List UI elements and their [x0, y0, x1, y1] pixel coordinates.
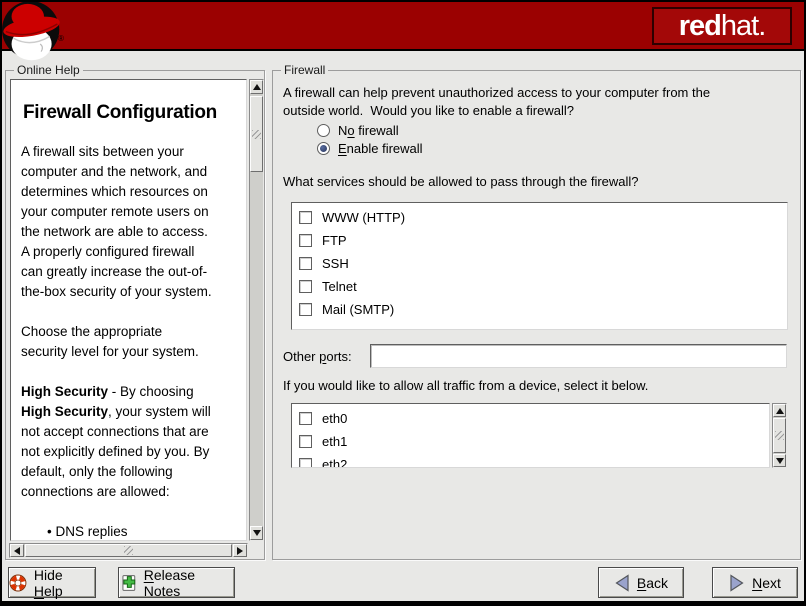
horizontal-scroll-thumb[interactable]: [25, 544, 232, 557]
checkbox-icon[interactable]: [299, 412, 312, 425]
help-vertical-scrollbar[interactable]: [249, 79, 264, 541]
device-row[interactable]: eth1: [299, 430, 769, 453]
help-paragraph-1: A firewall sits between your computer an…: [21, 142, 238, 302]
scroll-left-button[interactable]: [10, 544, 24, 557]
back-label: Back: [637, 575, 668, 591]
services-question-text: What services should be allowed to pass …: [283, 173, 639, 191]
other-ports-label: Other ports:: [283, 348, 352, 366]
arrow-up-icon: [253, 84, 261, 90]
device-row[interactable]: eth2: [299, 453, 769, 468]
scroll-up-button[interactable]: [773, 404, 786, 417]
service-row[interactable]: SSH: [299, 252, 787, 275]
main-content: Online Help Firewall Configuration A fir…: [2, 51, 804, 601]
back-button[interactable]: Back: [598, 567, 684, 598]
firewall-frame: Firewall A firewall can help prevent una…: [272, 70, 801, 560]
help-paragraph-2: Choose the appropriate security level fo…: [21, 322, 238, 362]
arrow-left-icon: [14, 547, 20, 555]
scroll-right-button[interactable]: [233, 544, 247, 557]
firewall-intro-text: A firewall can help prevent unauthorized…: [283, 84, 710, 120]
checkbox-icon[interactable]: [299, 257, 312, 270]
thumb-grip-icon: [252, 130, 261, 139]
header-banner: redhat.: [2, 2, 804, 49]
checkbox-icon[interactable]: [299, 458, 312, 468]
arrow-right-icon: [729, 574, 745, 592]
service-row[interactable]: Mail (SMTP): [299, 298, 787, 321]
service-label: SSH: [322, 256, 349, 271]
help-horizontal-scrollbar[interactable]: [9, 543, 248, 558]
release-notes-button[interactable]: Release Notes: [118, 567, 235, 598]
devices-vertical-scrollbar[interactable]: [772, 403, 787, 468]
next-label: Next: [752, 575, 781, 591]
services-list[interactable]: WWW (HTTP) FTP SSH Telnet Mail (SMTP): [291, 202, 788, 330]
checkbox-icon[interactable]: [299, 234, 312, 247]
service-label: Mail (SMTP): [322, 302, 394, 317]
release-notes-label: Release Notes: [144, 567, 234, 599]
scroll-up-button[interactable]: [250, 80, 263, 94]
firewall-frame-label: Firewall: [281, 63, 328, 77]
help-text-area: Firewall Configuration A firewall sits b…: [10, 79, 247, 541]
device-question-text: If you would like to allow all traffic f…: [283, 377, 648, 395]
radio-enable-firewall-label: Enable firewall: [338, 141, 423, 156]
device-label: eth0: [322, 411, 347, 426]
registered-trademark: ®: [58, 34, 64, 43]
arrow-up-icon: [776, 408, 784, 414]
service-label: Telnet: [322, 279, 357, 294]
redhat-shadowman-icon: [2, 2, 65, 65]
online-help-frame: Online Help Firewall Configuration A fir…: [5, 70, 265, 560]
arrow-right-icon: [237, 547, 243, 555]
scroll-down-button[interactable]: [250, 526, 263, 540]
online-help-frame-label: Online Help: [14, 63, 83, 77]
service-label: WWW (HTTP): [322, 210, 405, 225]
service-row[interactable]: Telnet: [299, 275, 787, 298]
checkbox-icon[interactable]: [299, 211, 312, 224]
checkbox-icon[interactable]: [299, 435, 312, 448]
devices-list[interactable]: eth0 eth1 eth2: [291, 403, 770, 468]
checkbox-icon[interactable]: [299, 303, 312, 316]
next-button[interactable]: Next: [712, 567, 798, 598]
help-bullet-item: • DNS replies: [21, 522, 238, 541]
radio-button-icon[interactable]: [317, 124, 330, 137]
radio-no-firewall[interactable]: No firewall: [317, 121, 399, 139]
arrow-down-icon: [776, 458, 784, 464]
life-preserver-icon: [9, 574, 27, 592]
radio-no-firewall-label: No firewall: [338, 123, 399, 138]
arrow-left-icon: [614, 574, 630, 592]
device-label: eth2: [322, 457, 347, 468]
thumb-grip-icon: [124, 546, 133, 555]
service-label: FTP: [322, 233, 347, 248]
redhat-wordmark: redhat.: [652, 7, 792, 45]
service-row[interactable]: WWW (HTTP): [299, 206, 787, 229]
hide-help-button[interactable]: Hide Help: [8, 567, 96, 598]
vertical-scroll-thumb[interactable]: [250, 96, 263, 172]
radio-enable-firewall[interactable]: Enable firewall: [317, 139, 423, 157]
help-paragraph-3: High Security - By choosing High Securit…: [21, 382, 238, 502]
hide-help-label: Hide Help: [34, 567, 95, 599]
vertical-scroll-thumb[interactable]: [773, 418, 786, 453]
device-row[interactable]: eth0: [299, 407, 769, 430]
service-row[interactable]: FTP: [299, 229, 787, 252]
wordmark-regular-text: hat.: [721, 10, 765, 43]
document-plus-icon: [119, 574, 137, 592]
scroll-down-button[interactable]: [773, 454, 786, 467]
radio-button-icon[interactable]: [317, 142, 330, 155]
wordmark-bold-text: red: [679, 10, 721, 43]
checkbox-icon[interactable]: [299, 280, 312, 293]
other-ports-input[interactable]: [370, 344, 787, 368]
thumb-grip-icon: [775, 431, 784, 440]
help-title: Firewall Configuration: [23, 102, 238, 124]
device-label: eth1: [322, 434, 347, 449]
arrow-down-icon: [253, 530, 261, 536]
installer-window: redhat. ® Online Help Firewall Configura…: [0, 0, 806, 606]
